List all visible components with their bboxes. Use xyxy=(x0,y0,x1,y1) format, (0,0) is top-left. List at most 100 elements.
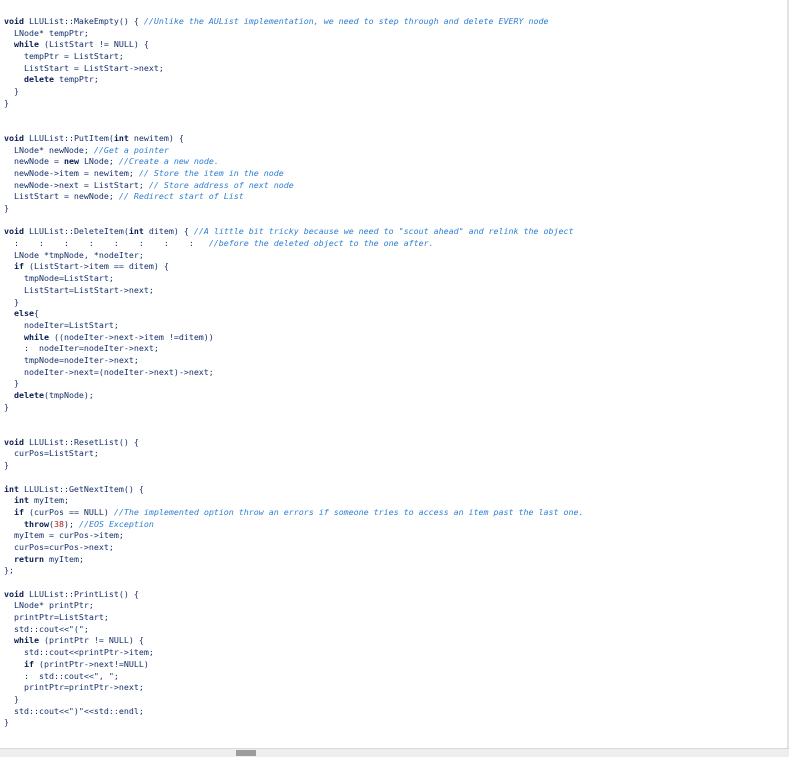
code-token: : std::cout<<", "; xyxy=(4,670,119,681)
code-token: LNode* printPtr; xyxy=(4,600,94,611)
code-line: delete(tmpNode); xyxy=(4,390,583,402)
code-line: } xyxy=(4,86,583,98)
code-token: LNode; xyxy=(83,156,119,167)
code-line: }; xyxy=(4,565,583,577)
code-line: printPtr=ListStart; xyxy=(4,612,583,624)
code-line: if (curPos == NULL) //The implemented op… xyxy=(4,507,583,519)
code-line: } xyxy=(4,694,583,706)
code-text-area[interactable]: void LLUList::MakeEmpty() { //Unlike the… xyxy=(4,16,583,729)
code-token: ListStart=ListStart->next; xyxy=(4,284,154,295)
code-line: void LLUList::PutItem(int newitem) { xyxy=(4,133,583,145)
code-line: : : : : : : : : //before the deleted obj… xyxy=(4,238,583,250)
code-token: } xyxy=(4,717,9,728)
code-token: } xyxy=(4,460,9,471)
code-line: int myItem; xyxy=(4,495,583,507)
code-line: std::cout<<"("; xyxy=(4,624,583,636)
code-token: tmpNode=ListStart; xyxy=(4,273,114,284)
code-token: void xyxy=(4,16,29,26)
code-line: newNode = new LNode; //Create a new node… xyxy=(4,156,583,168)
code-line: printPtr=printPtr->next; xyxy=(4,682,583,694)
code-token: nodeIter=ListStart; xyxy=(4,319,119,330)
code-line: newNode->item = newitem; // Store the it… xyxy=(4,168,583,180)
scrollbar-thumb[interactable] xyxy=(236,750,256,756)
code-token: void xyxy=(4,588,29,599)
code-token: if xyxy=(4,261,29,272)
code-line: curPos=ListStart; xyxy=(4,448,583,460)
code-token: myItem; xyxy=(33,495,69,506)
code-token: tempPtr; xyxy=(58,74,99,85)
code-token: if xyxy=(4,658,39,669)
code-line: return myItem; xyxy=(4,554,583,566)
code-token: } xyxy=(4,401,9,412)
code-line: while (ListStart != NULL) { xyxy=(4,39,583,51)
code-comment: //The implemented option throw an errors… xyxy=(113,506,584,517)
code-token: tmpNode=nodeIter->next; xyxy=(4,354,139,365)
code-token: while xyxy=(4,635,44,646)
code-line: tempPtr = ListStart; xyxy=(4,51,583,63)
code-line: newNode->next = ListStart; // Store addr… xyxy=(4,180,583,192)
code-line: int LLUList::GetNextItem() { xyxy=(4,484,583,496)
code-line: ListStart = ListStart->next; xyxy=(4,63,583,75)
code-line: tmpNode=ListStart; xyxy=(4,273,583,285)
code-line: } xyxy=(4,402,583,414)
code-line: if (printPtr->next!=NULL) xyxy=(4,659,583,671)
code-line: } xyxy=(4,98,583,110)
code-token: (ListStart->item == ditem) { xyxy=(28,261,169,272)
code-token: void xyxy=(4,226,29,237)
code-token: else xyxy=(4,308,34,319)
code-token: LNode* newNode; xyxy=(4,144,94,155)
code-token: LNode* tempPtr; xyxy=(4,27,89,38)
code-token: int xyxy=(4,495,34,506)
code-token: LLUList::ResetList() { xyxy=(28,436,139,447)
code-token: curPos=curPos->next; xyxy=(4,541,114,552)
code-line: } xyxy=(4,203,583,215)
code-token: int xyxy=(128,226,149,237)
code-token: ditem) { xyxy=(148,226,194,237)
code-token: ListStart = ListStart->next; xyxy=(4,62,164,73)
code-token: newNode = xyxy=(4,156,64,167)
code-token: printPtr=ListStart; xyxy=(4,612,109,623)
code-token: (printPtr->next!=NULL) xyxy=(38,658,149,669)
code-comment: // Store the item in the node xyxy=(138,167,284,178)
code-token: throw xyxy=(4,518,49,529)
code-line: } xyxy=(4,717,583,729)
code-line: } xyxy=(4,460,583,472)
code-comment: //A little bit tricky because we need to… xyxy=(193,226,574,237)
code-token: delete xyxy=(4,390,44,400)
code-line: myItem = curPos->item; xyxy=(4,530,583,542)
code-token: (curPos == NULL) xyxy=(28,506,114,517)
code-token: LLUList::GetNextItem() { xyxy=(23,483,144,494)
code-token: } xyxy=(4,296,19,307)
code-token: ListStart = newNode; xyxy=(4,191,119,202)
code-token: } xyxy=(4,97,9,108)
code-token: : : : : : : : : xyxy=(4,238,209,249)
code-line: LNode* newNode; //Get a pointer xyxy=(4,145,583,157)
code-editor[interactable]: void LLUList::MakeEmpty() { //Unlike the… xyxy=(0,0,789,748)
code-line: delete tempPtr; xyxy=(4,74,583,86)
code-comment: //Create a new node. xyxy=(118,156,219,167)
code-line: curPos=curPos->next; xyxy=(4,542,583,554)
code-token: printPtr=printPtr->next; xyxy=(4,682,144,693)
code-line: } xyxy=(4,378,583,390)
code-comment: //EOS Exception xyxy=(78,518,154,529)
code-token: ); xyxy=(63,518,79,529)
horizontal-scrollbar[interactable] xyxy=(0,748,789,757)
code-token: newNode->item = newitem; xyxy=(4,167,139,178)
code-line: : std::cout<<", "; xyxy=(4,671,583,683)
code-line: void LLUList::DeleteItem(int ditem) { //… xyxy=(4,226,583,238)
code-token: } xyxy=(4,378,19,389)
code-token: myItem = curPos->item; xyxy=(4,530,124,541)
code-token: } xyxy=(4,203,9,213)
code-token: myItem; xyxy=(48,553,84,564)
code-token: (tmpNode); xyxy=(43,390,94,400)
code-token: LNode *tmpNode, *nodeIter; xyxy=(4,249,144,260)
code-token: int xyxy=(4,483,24,494)
code-token: LLUList::DeleteItem( xyxy=(28,226,129,237)
code-line: void LLUList::ResetList() { xyxy=(4,437,583,449)
code-token: while xyxy=(4,331,54,342)
code-line: if (ListStart->item == ditem) { xyxy=(4,261,583,273)
